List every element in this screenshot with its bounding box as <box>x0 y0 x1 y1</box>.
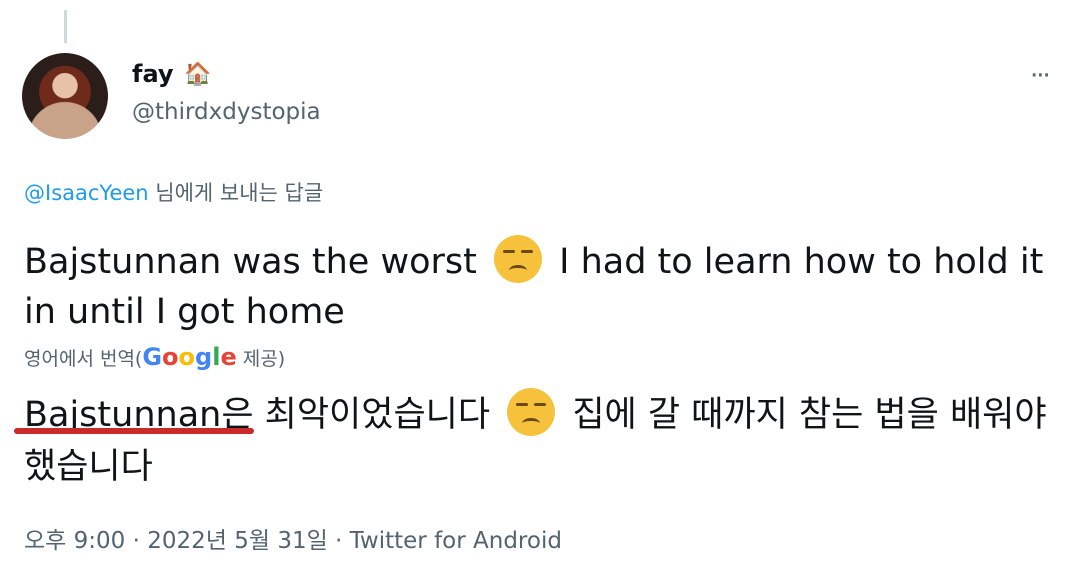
thread-connector-line <box>64 10 67 43</box>
avatar[interactable] <box>22 53 108 139</box>
unamused-face-icon-translated <box>507 388 556 436</box>
translation-label-suffix: 제공) <box>236 348 286 370</box>
tweet-text-part-1: Bajstunnan was the worst <box>24 242 477 282</box>
house-icon: 🏠 <box>184 62 212 87</box>
translated-tweet-text: Bajstunnan은 최악이었습니다 집에 갈 때까지 참는 법을 배워야 했… <box>24 388 1064 493</box>
author-handle[interactable]: @thirdxdystopia <box>132 99 321 125</box>
translation-label-prefix: 영어에서 번역( <box>24 348 143 370</box>
google-logo: Google <box>142 343 237 371</box>
reply-mention-link[interactable]: @IsaacYeen <box>24 181 149 205</box>
author-display-name[interactable]: fay <box>132 60 174 88</box>
unamused-face-icon <box>493 235 542 283</box>
translation-attribution[interactable]: 영어에서 번역(Google 제공) <box>24 343 285 371</box>
tweet-timestamp[interactable]: 오후 9:00 · 2022년 5월 31일 · Twitter for And… <box>24 521 562 555</box>
reply-context: @IsaacYeen 님에게 보내는 답글 <box>24 177 323 207</box>
red-underline-annotation <box>14 428 254 434</box>
more-options-icon[interactable]: ··· <box>1030 61 1051 91</box>
tweet-text: Bajstunnan was the worst I had to learn … <box>24 235 1064 337</box>
reply-context-suffix: 님에게 보내는 답글 <box>148 181 324 205</box>
